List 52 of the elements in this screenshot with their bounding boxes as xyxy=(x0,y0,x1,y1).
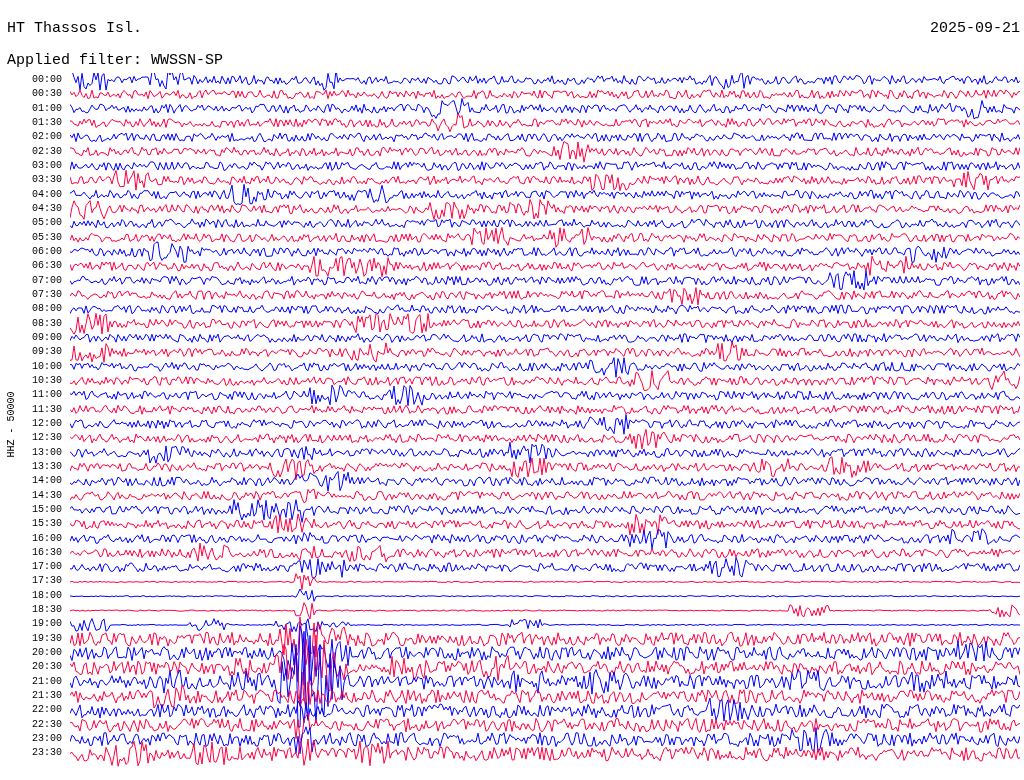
station-title: HT Thassos Isl. xyxy=(7,20,143,38)
time-label: 23:30 xyxy=(31,746,62,761)
time-label: 08:00 xyxy=(31,302,62,317)
time-label: 12:00 xyxy=(31,416,62,431)
time-label: 03:00 xyxy=(31,158,62,173)
time-label: 21:00 xyxy=(31,674,62,689)
date-label: 2025-09-21 xyxy=(930,20,1020,38)
time-label: 17:30 xyxy=(31,574,62,589)
time-label: 09:00 xyxy=(31,330,62,345)
time-label: 11:30 xyxy=(31,402,62,417)
time-label: 15:00 xyxy=(31,502,62,517)
time-label: 15:30 xyxy=(31,517,62,532)
channel-label: HHZ - 50000 xyxy=(5,391,17,458)
time-label: 22:30 xyxy=(31,717,62,732)
time-label: 14:30 xyxy=(31,488,62,503)
time-label: 02:00 xyxy=(31,130,62,145)
time-label: 09:30 xyxy=(31,345,62,360)
time-label: 20:00 xyxy=(31,646,62,661)
time-label: 06:30 xyxy=(31,259,62,274)
time-label: 21:30 xyxy=(31,689,62,704)
time-label: 05:30 xyxy=(31,230,62,245)
time-label: 01:30 xyxy=(31,116,62,130)
time-label: 01:00 xyxy=(31,101,62,116)
time-label: 10:00 xyxy=(31,359,62,374)
time-label: 06:00 xyxy=(31,244,62,259)
time-label: 13:30 xyxy=(31,459,62,474)
time-label: 00:30 xyxy=(31,87,62,102)
time-label: 07:30 xyxy=(31,287,62,302)
time-label: 17:00 xyxy=(31,560,62,575)
time-label: 08:30 xyxy=(31,316,62,331)
time-label: 22:00 xyxy=(31,703,62,718)
time-label: 20:30 xyxy=(31,660,62,675)
time-label: 16:30 xyxy=(31,545,62,560)
time-label: 18:30 xyxy=(31,603,62,618)
time-label: 16:00 xyxy=(31,531,62,546)
time-label: 18:00 xyxy=(31,588,62,603)
time-label: 14:00 xyxy=(31,474,62,489)
time-label: 02:30 xyxy=(31,144,62,159)
time-label: 04:00 xyxy=(31,187,62,202)
time-label: 00:00 xyxy=(31,73,62,87)
time-label: 11:00 xyxy=(31,388,62,403)
time-label: 07:00 xyxy=(31,273,62,288)
filter-label: Applied filter: WWSSN-SP xyxy=(7,52,224,69)
time-label: 03:30 xyxy=(31,173,62,188)
time-label: 23:00 xyxy=(31,732,62,747)
time-label: 12:30 xyxy=(31,431,62,446)
time-label: 19:30 xyxy=(31,631,62,646)
time-label: 04:30 xyxy=(31,201,62,216)
time-label: 05:00 xyxy=(31,216,62,231)
time-label: 19:00 xyxy=(31,617,62,632)
time-label: 13:00 xyxy=(31,445,62,460)
time-label: 10:30 xyxy=(31,373,62,388)
